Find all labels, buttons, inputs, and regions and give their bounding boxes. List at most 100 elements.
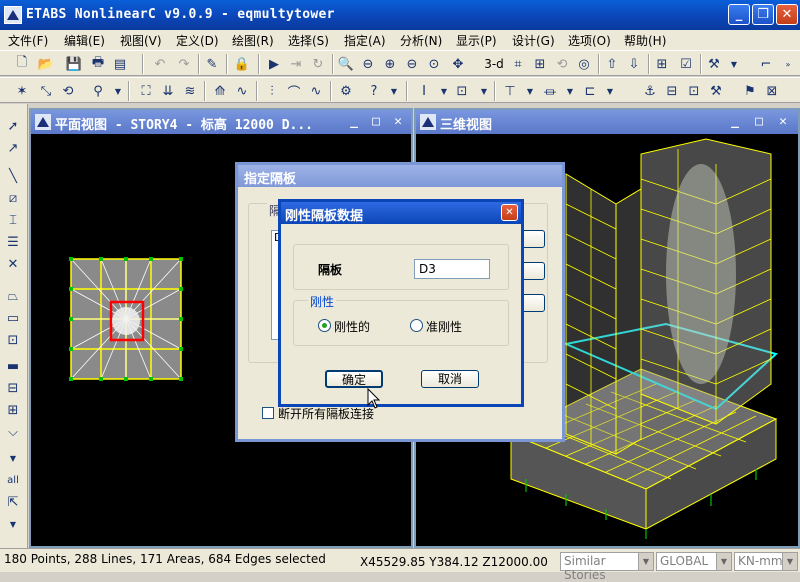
refresh-icon[interactable]: ↻ [308, 54, 328, 74]
undo-icon[interactable]: ↶ [150, 54, 170, 74]
similar-stories-dropdown[interactable]: Similar Stories ▼ [560, 552, 654, 582]
close-button[interactable]: ✕ [776, 4, 798, 25]
menu-assign[interactable]: 指定(A) [344, 32, 386, 49]
minimize-icon[interactable]: _ [726, 113, 744, 131]
zoom-full-icon[interactable]: ⊖ [358, 54, 378, 74]
run-analysis-icon[interactable]: ▶ [264, 54, 284, 74]
menu-display[interactable]: 显示(P) [456, 32, 497, 49]
pencil-icon[interactable]: ✎ [202, 54, 222, 74]
maximize-icon[interactable]: □ [750, 113, 768, 131]
assign-load-icon[interactable]: ⚒ [706, 81, 726, 101]
draw-beam-dropdown-icon[interactable]: ▼ [520, 81, 540, 101]
draw-brace-icon[interactable]: ⏛ [540, 81, 560, 101]
select-dropdown-icon[interactable]: ▼ [108, 81, 128, 101]
assign-section-icon[interactable]: ⊟ [662, 81, 682, 101]
get-previous-icon[interactable]: ⟲ [58, 81, 78, 101]
perspective-icon[interactable]: ◎ [574, 54, 594, 74]
show-shape-icon[interactable]: ⌒ [284, 81, 304, 101]
draw-wall-icon[interactable]: ⊏ [580, 81, 600, 101]
plan-view-titlebar[interactable]: 平面视图 - STORY4 - 标高 12000 D... _ □ ✕ [31, 110, 411, 134]
reshape-pointer-icon[interactable]: ↗ [3, 138, 23, 158]
draw-point-area-icon[interactable]: ⊡ [3, 330, 23, 350]
menu-file[interactable]: 文件(F) [8, 32, 48, 49]
show-forces-icon[interactable]: ⟰ [210, 81, 230, 101]
menu-edit[interactable]: 编辑(E) [64, 32, 105, 49]
draw-column-icon[interactable]: ⌶ [3, 210, 23, 230]
menu-select[interactable]: 选择(S) [288, 32, 329, 49]
disconnect-checkbox[interactable] [262, 407, 274, 419]
rigid-diaphragm-dialog[interactable]: 刚性隔板数据 ✕ 隔板 D3 刚性 刚性的 准刚性 确定 取消 [278, 199, 524, 407]
menu-view[interactable]: 视图(V) [120, 32, 162, 49]
scroll-more-icon[interactable]: ▼ [3, 514, 23, 534]
view-3d-titlebar[interactable]: 三维视图 _ □ ✕ [416, 110, 798, 134]
design-check-icon[interactable]: ⊠ [762, 81, 782, 101]
snap-icon[interactable]: ⊞ [652, 54, 672, 74]
tools-icon[interactable]: ⚒ [704, 54, 724, 74]
move-up-icon[interactable]: ⇧ [602, 54, 622, 74]
draw-dimension-icon[interactable]: ⌵ [3, 422, 23, 442]
chevron-down-icon[interactable]: ▼ [782, 553, 797, 570]
print-icon[interactable]: 🖶 [88, 54, 108, 74]
maximize-icon[interactable]: □ [367, 113, 385, 131]
units-dropdown[interactable]: KN-mm ▼ [734, 552, 798, 571]
draw-line-icon[interactable]: I [414, 81, 434, 101]
draw-mesh-icon[interactable]: ⊞ [3, 400, 23, 420]
help-pointer-icon[interactable]: ? [364, 81, 384, 101]
draw-area-icon[interactable]: ⏢ [3, 286, 23, 306]
restore-button[interactable]: ❐ [752, 4, 774, 25]
coord-system-dropdown[interactable]: GLOBAL ▼ [656, 552, 732, 571]
menu-define[interactable]: 定义(D) [176, 32, 219, 49]
save-icon[interactable]: 💾 [64, 54, 84, 74]
rigid-diaphragm-titlebar[interactable]: 刚性隔板数据 ✕ [281, 202, 521, 224]
design-icon[interactable]: ⚑ [740, 81, 760, 101]
draw-wall-dropdown-icon[interactable]: ▼ [600, 81, 620, 101]
assign-area-icon[interactable]: ⊡ [684, 81, 704, 101]
show-moment-icon[interactable]: ∿ [232, 81, 252, 101]
chevron-down-icon[interactable]: ▼ [716, 553, 731, 570]
select-pointer-icon[interactable]: ⇱ [3, 492, 23, 512]
ok-button[interactable]: 确定 [325, 370, 383, 388]
diaphragm-name-input[interactable]: D3 [414, 259, 490, 279]
plan-view-icon[interactable]: ⌗ [508, 54, 528, 74]
scroll-down-icon[interactable]: ▼ [3, 448, 23, 468]
semirigid-radio[interactable] [410, 319, 423, 332]
assign-restraint-icon[interactable]: ⚓ [640, 81, 660, 101]
redo-icon[interactable]: ↷ [174, 54, 194, 74]
overflow-icon[interactable]: » [778, 54, 798, 74]
new-file-icon[interactable]: 🗋 [12, 54, 32, 74]
draw-line-dropdown-icon[interactable]: ▼ [434, 81, 454, 101]
rigid-radio[interactable] [318, 319, 331, 332]
minimize-icon[interactable]: _ [345, 113, 363, 131]
menu-help[interactable]: 帮助(H) [624, 32, 666, 49]
minimize-button[interactable]: _ [728, 4, 750, 25]
print-setup-icon[interactable]: ▤ [110, 54, 130, 74]
draw-rectangle-area-icon[interactable]: ▭ [3, 308, 23, 328]
draw-opening-icon[interactable]: ⊟ [3, 378, 23, 398]
pan-icon[interactable]: ✥ [448, 54, 468, 74]
show-undeformed-icon[interactable]: ⛶ [136, 81, 156, 101]
close-icon[interactable]: ✕ [501, 204, 518, 221]
draw-frame-box-icon[interactable]: ⧄ [3, 188, 23, 208]
menu-draw[interactable]: 绘图(R) [232, 32, 274, 49]
draw-point-icon[interactable]: ⊡ [452, 81, 472, 101]
select-options-icon[interactable]: ⚲ [88, 81, 108, 101]
menu-options[interactable]: 选项(O) [568, 32, 611, 49]
check-model-icon[interactable]: ☑ [676, 54, 696, 74]
zoom-restore-icon[interactable]: ⊙ [424, 54, 444, 74]
draw-grid-icon[interactable]: ☰ [3, 232, 23, 252]
set-display-options-icon[interactable]: ⚙ [336, 81, 356, 101]
draw-line-object-icon[interactable]: ╲ [3, 166, 23, 186]
run-step-icon[interactable]: ⇥ [286, 54, 306, 74]
draw-point-dropdown-icon[interactable]: ▼ [474, 81, 494, 101]
assign-diaphragm-titlebar[interactable]: 指定隔板 [238, 165, 562, 187]
chevron-down-icon[interactable]: ▼ [638, 553, 653, 570]
draw-brace-x-icon[interactable]: ✕ [3, 254, 23, 274]
elevation-view-icon[interactable]: ⊞ [530, 54, 550, 74]
close-icon[interactable]: ✕ [389, 113, 407, 131]
draw-brace-dropdown-icon[interactable]: ▼ [560, 81, 580, 101]
show-deformed-icon[interactable]: ≋ [180, 81, 200, 101]
help-dropdown-icon[interactable]: ▼ [384, 81, 404, 101]
draw-frame-icon[interactable]: ⌐ [756, 54, 776, 74]
zoom-out-icon[interactable]: ⊖ [402, 54, 422, 74]
select-all-icon[interactable]: ✶ [12, 81, 32, 101]
